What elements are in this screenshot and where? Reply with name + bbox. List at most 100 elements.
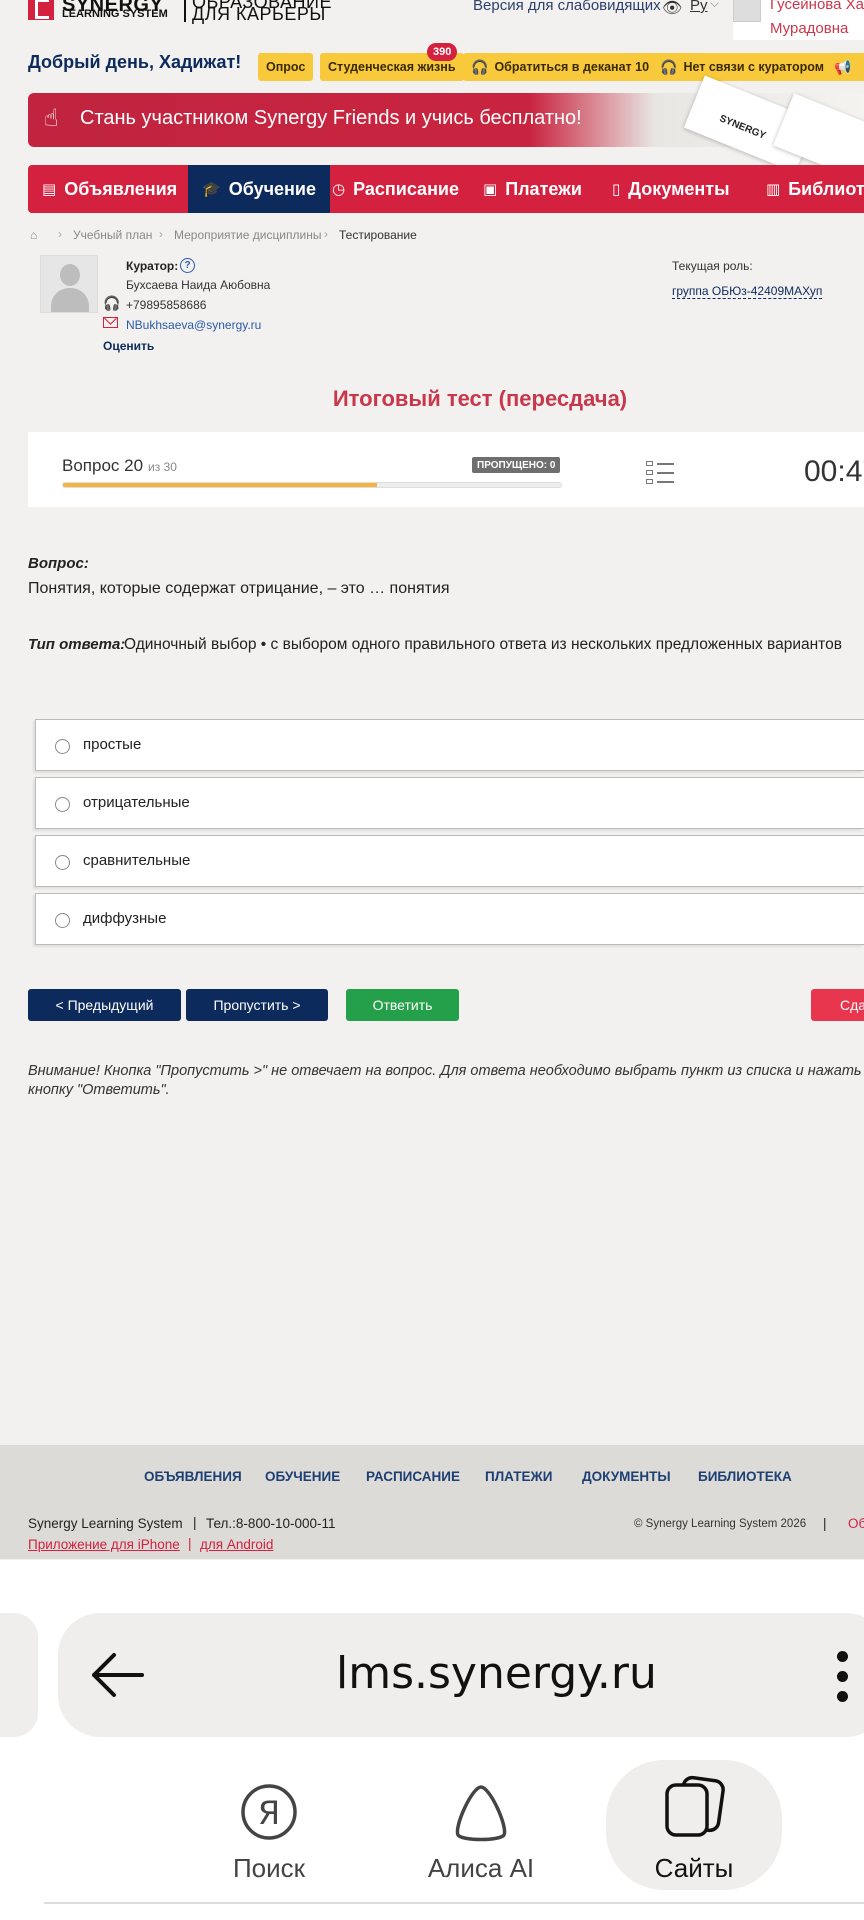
dean-contact-button[interactable]: 🎧 Обратиться в деканат 10 — [463, 53, 658, 81]
answer-button[interactable]: Ответить — [346, 989, 459, 1021]
footer-link-library[interactable]: БИБЛИОТЕКА — [698, 1469, 792, 1484]
headset-icon: 🎧 — [660, 58, 678, 75]
footer-copyright: © Synergy Learning System 2026 — [634, 1518, 807, 1530]
nav-item-documents[interactable]: ▯ Документы — [612, 165, 729, 213]
banner-text[interactable]: Стань участником Synergy Friends и учись… — [80, 107, 582, 130]
footer-link-documents[interactable]: ДОКУМЕНТЫ — [582, 1469, 671, 1484]
radio-button[interactable] — [55, 739, 70, 754]
mail-icon — [103, 317, 118, 328]
answer-option-label[interactable]: простые — [83, 736, 141, 753]
yandex-search-icon: Я — [241, 1784, 297, 1840]
answer-option[interactable]: сравнительные — [35, 835, 864, 887]
home-icon[interactable]: ⌂ — [30, 228, 37, 242]
footer-link-announcements[interactable]: ОБЪЯВЛЕНИЯ — [144, 1469, 242, 1484]
app-android-link[interactable]: для Android — [200, 1537, 273, 1552]
question-number: Вопрос 20 — [62, 456, 144, 475]
footer-separator: | — [823, 1516, 827, 1531]
alice-ai-tab[interactable]: Алиса AI — [406, 1783, 556, 1883]
user-name-line1[interactable]: Гусейнова Хади — [770, 0, 864, 13]
back-arrow-icon[interactable] — [90, 1652, 144, 1698]
skipped-badge[interactable]: ПРОПУЩЕНО: 0 — [472, 457, 561, 473]
app-iphone-link[interactable]: Приложение для iPhone — [28, 1537, 180, 1552]
breadcrumb-separator: › — [159, 227, 163, 241]
user-name-line2[interactable]: Мурадовна — [770, 20, 848, 37]
nav-item-payments[interactable]: ▣ Платежи — [483, 165, 582, 213]
no-curator-button[interactable]: 🎧 Нет связи с куратором — [652, 53, 832, 81]
footer-more-link[interactable]: Об — [848, 1516, 864, 1531]
eye-icon[interactable]: 👁 — [662, 0, 682, 18]
radio-button[interactable] — [55, 797, 70, 812]
radio-button[interactable] — [55, 913, 70, 928]
skip-button[interactable]: Пропустить > — [186, 989, 328, 1021]
nav-item-schedule[interactable]: ◷ Расписание — [332, 165, 459, 213]
alice-icon — [455, 1785, 507, 1842]
nav-item-label: Платежи — [505, 178, 582, 199]
previous-button[interactable]: < Предыдущий — [28, 989, 181, 1021]
answer-option-label[interactable]: диффузные — [83, 910, 166, 927]
user-avatar[interactable] — [733, 0, 761, 22]
current-role-label: Текущая роль: — [672, 259, 753, 273]
more-menu-icon[interactable] — [837, 1651, 849, 1703]
low-vision-link[interactable]: Версия для слабовидящих — [473, 0, 661, 14]
breadcrumb-separator: › — [324, 227, 328, 241]
answer-option[interactable]: отрицательные — [35, 777, 864, 829]
curator-email-link[interactable]: NBukhsaeva@synergy.ru — [126, 318, 261, 332]
test-progress-fill — [63, 483, 377, 487]
footer-link-learning[interactable]: ОБУЧЕНИЕ — [265, 1469, 340, 1484]
url-text[interactable]: lms.synergy.ru — [336, 1648, 657, 1699]
nav-item-announcements[interactable]: ▤ Объявления — [42, 165, 177, 213]
footer-separator: | — [188, 1536, 192, 1551]
headset-icon: 🎧 — [471, 58, 489, 75]
nav-item-label: Обучение — [228, 178, 316, 199]
nav-item-label: Объявления — [64, 178, 178, 199]
survey-button[interactable]: Опрос — [258, 53, 314, 81]
sites-icon — [665, 1775, 725, 1837]
hand-pointer-icon: ☝ — [44, 105, 59, 132]
chevron-down-icon[interactable]: ⌵ — [710, 0, 719, 11]
answer-option[interactable]: диффузные — [35, 893, 864, 945]
curator-phone: +79895858686 — [126, 298, 207, 312]
logo-divider — [184, 0, 186, 22]
radio-button[interactable] — [55, 855, 70, 870]
sites-tab[interactable]: Сайты — [619, 1775, 769, 1883]
breadcrumb-item[interactable]: Мероприятие дисциплины — [174, 228, 321, 242]
language-select[interactable]: Ру — [690, 0, 708, 14]
greeting-text: Добрый день, Хадижат! — [28, 52, 242, 72]
nav-item-learning[interactable]: 🎓 Обучение — [188, 165, 330, 213]
curator-label: Куратор: — [126, 259, 179, 273]
nav-item-label: Документы — [628, 178, 730, 199]
dean-contact-label: Обратиться в деканат 10 — [494, 60, 650, 74]
current-role-select[interactable]: группа ОБЮз-42409МАХуп — [672, 284, 823, 299]
question-text: Понятия, которые содержат отрицание, – э… — [28, 580, 450, 597]
footer-brand: Synergy Learning System — [28, 1516, 183, 1531]
footer-phone: Тел.:8-800-10-000-11 — [206, 1516, 336, 1531]
question-list-icon[interactable] — [646, 460, 674, 486]
answer-option-label[interactable]: отрицательные — [83, 794, 190, 811]
answer-option[interactable]: простые — [35, 719, 864, 771]
breadcrumb-current: Тестирование — [339, 228, 417, 242]
breadcrumb-separator: › — [58, 227, 62, 241]
megaphone-button[interactable]: 📢 — [826, 53, 864, 81]
answer-option-label[interactable]: сравнительные — [83, 852, 190, 869]
payments-icon: ▣ — [483, 181, 498, 198]
notification-badge: 390 — [427, 43, 458, 61]
clock-icon: ◷ — [332, 181, 346, 198]
test-progress-bar — [62, 482, 562, 488]
question-label: Вопрос: — [28, 555, 89, 572]
search-tab[interactable]: Я Поиск — [194, 1783, 344, 1883]
svg-text:Я: Я — [258, 1794, 280, 1832]
synergy-logo-icon[interactable] — [28, 0, 54, 20]
answer-type-text: Одиночный выбор • с выбором одного прави… — [124, 636, 842, 653]
help-icon[interactable]: ? — [180, 258, 195, 273]
document-icon: ▯ — [612, 181, 621, 198]
nav-item-library[interactable]: ▥ Библиотека — [766, 165, 864, 213]
footer-link-schedule[interactable]: РАСПИСАНИЕ — [366, 1469, 460, 1484]
sites-tab-label: Сайты — [654, 1853, 734, 1883]
breadcrumb-item[interactable]: Учебный план — [73, 228, 152, 242]
footer-link-payments[interactable]: ПЛАТЕЖИ — [485, 1469, 552, 1484]
previous-tab-edge[interactable] — [0, 1613, 38, 1737]
logo-text-learning-system: LEARNING SYSTEM — [62, 8, 168, 20]
logo-text-career: ДЛЯ КАРЬЕРЫ — [192, 4, 326, 24]
rate-curator-link[interactable]: Оценить — [103, 339, 154, 353]
submit-test-button[interactable]: Сдать — [811, 989, 864, 1021]
